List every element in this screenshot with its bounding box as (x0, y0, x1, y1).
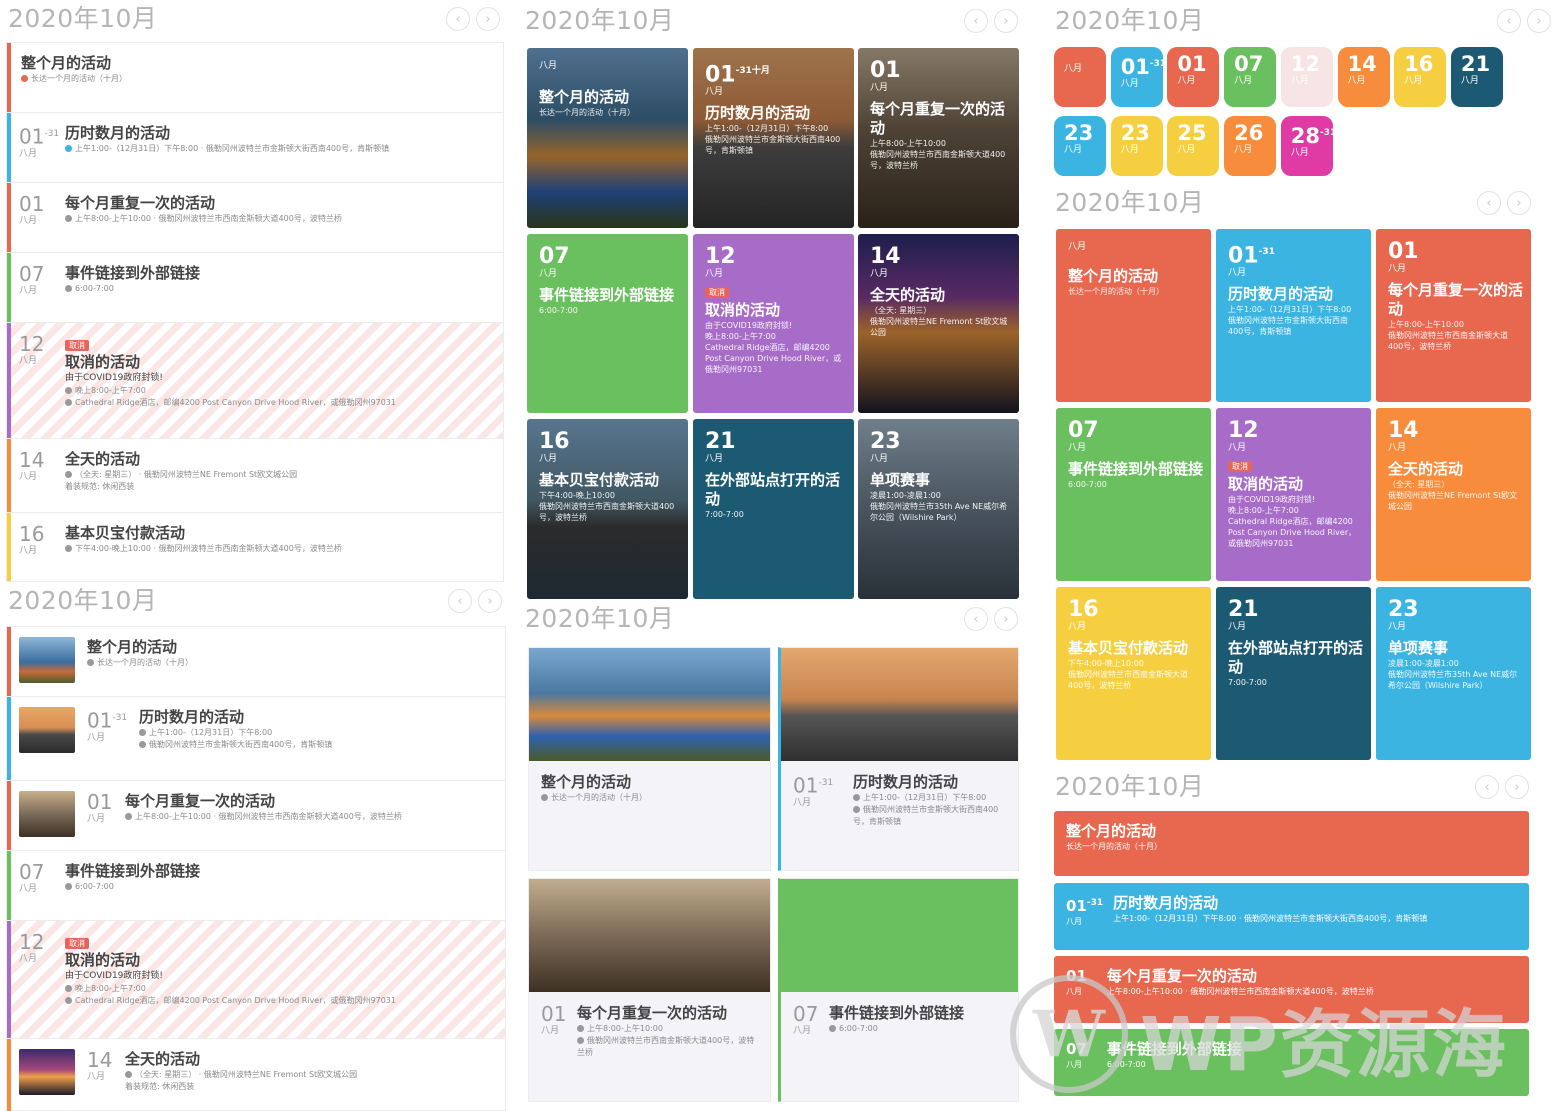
prev-month-button[interactable]: ‹ (1477, 191, 1501, 215)
list-item[interactable]: 01 八月 每个月重复一次的活动 上午8:00-上午10:00 · 俄勒冈州波特兰… (7, 183, 503, 253)
date-square[interactable]: 25 八月 (1167, 116, 1220, 176)
event-tile[interactable]: 14 八月 全天的活动 （全天: 星期三） 俄勒冈州波特兰NE Fremont St欧… (1376, 408, 1531, 581)
month-nav: ‹ › (964, 607, 1018, 631)
list-item[interactable]: 14 八月 全天的活动 （全天: 星期三） · 俄勒冈州波特兰NE Fremont… (7, 439, 503, 513)
month-title: 2020年10月 (525, 604, 675, 633)
prev-month-button[interactable]: ‹ (964, 9, 988, 33)
month-title: 2020年10月 (8, 4, 158, 33)
list-item[interactable]: 12 八月 取消 取消的活动 由于COVID19政府封锁! 晚上8:00-上午7:… (7, 323, 503, 439)
event-tile[interactable]: 21 八月 在外部站点打开的活动 7:00-7:00 (693, 419, 854, 599)
month-title: 2020年10月 (1055, 188, 1205, 217)
month-nav: ‹ › (446, 7, 500, 31)
event-tile[interactable]: 12 八月 取消 取消的活动 由于COVID19政府封锁! 晚上8:00-上午7:0… (693, 234, 854, 413)
prev-month-button[interactable]: ‹ (1497, 9, 1521, 33)
event-image (529, 648, 770, 761)
month-nav: ‹ › (1497, 9, 1551, 33)
prev-month-button[interactable]: ‹ (964, 607, 988, 631)
list-item[interactable]: 整个月的活动 长达一个月的活动（十月） (7, 43, 503, 113)
event-thumbnail (19, 637, 75, 683)
date-square[interactable]: 12 八月 (1280, 47, 1333, 107)
event-thumbnail (19, 791, 75, 837)
month-title: 2020年10月 (1055, 6, 1205, 35)
next-month-button[interactable]: › (994, 607, 1018, 631)
next-month-button[interactable]: › (478, 589, 502, 613)
month-title: 2020年10月 (525, 6, 675, 35)
date-square[interactable]: 28-31 八月 (1280, 116, 1336, 176)
list-item[interactable]: 12 八月 取消 取消的活动 由于COVID19政府封锁! 晚上8:00-上午7:… (7, 921, 505, 1039)
list-item[interactable]: 01 八月 每个月重复一次的活动 上午8:00-上午10:00 · 俄勒冈州波特兰… (7, 781, 505, 851)
month-title: 2020年10月 (8, 586, 158, 615)
next-month-button[interactable]: › (1505, 775, 1529, 799)
event-image (781, 879, 1018, 992)
list-item[interactable]: 01-31 八月 历时数月的活动 上午1:00-（12月31日）下午8:00 · … (7, 113, 503, 183)
event-tile[interactable]: 12 八月 取消 取消的活动 由于COVID19政府封锁! 晚上8:00-上午7:0… (1216, 408, 1371, 581)
event-tile[interactable]: 23 八月 单项赛事 凌晨1:00-凌晨1:00 俄勒冈州波特兰市35th Ave N… (858, 419, 1019, 599)
date-square[interactable]: 21 八月 (1450, 47, 1503, 107)
event-tile[interactable]: 21 八月 在外部站点打开的活动 7:00-7:00 (1216, 587, 1371, 760)
next-month-button[interactable]: › (994, 9, 1018, 33)
event-tile[interactable]: 07 八月 事件链接到外部链接 6:00-7:00 (1056, 408, 1211, 581)
cancel-badge: 取消 (65, 340, 89, 351)
list-item[interactable]: 07 八月 事件链接到外部链接 6:00-7:00 (7, 253, 503, 323)
event-image (781, 648, 1018, 761)
list-item[interactable]: 16 八月 基本贝宝付款活动 下午4:00-晚上10:00 · 俄勒冈州波特兰市西… (7, 513, 503, 581)
event-tile[interactable]: 八月 整个月的活动 长达一个月的活动（十月） (527, 48, 688, 228)
list-item[interactable]: 14 八月 全天的活动 （全天: 星期三） · 俄勒冈州波特兰NE Fremont… (7, 1039, 505, 1111)
event-card[interactable]: 整个月的活动 长达一个月的活动（十月） (528, 647, 771, 871)
month-nav: ‹ › (1477, 191, 1531, 215)
prev-month-button[interactable]: ‹ (1475, 775, 1499, 799)
event-tile[interactable]: 16 八月 基本贝宝付款活动 下午4:00-晚上10:00 俄勒冈州波特兰市西南金斯顿… (1056, 587, 1211, 760)
date-square[interactable]: 八月 (1054, 47, 1106, 107)
date-square[interactable]: 23 八月 (1054, 116, 1106, 176)
date-square[interactable]: 07 八月 (1224, 47, 1277, 107)
event-card[interactable]: 07 八月 事件链接到外部链接 6:00-7:00 (778, 878, 1019, 1102)
next-month-button[interactable]: › (1507, 191, 1531, 215)
event-list: 整个月的活动 长达一个月的活动（十月） 01-31 八月 历时数月的活动 上午1:… (6, 42, 504, 582)
event-tile[interactable]: 01-31十月 八月 历时数月的活动 上午1:00-（12月31日）下午8:00 俄勒… (693, 48, 854, 228)
wordpress-logo-icon: W (1010, 975, 1128, 1093)
event-strip[interactable]: 整个月的活动 长达一个月的活动（十月） (1054, 811, 1529, 876)
month-nav: ‹ › (448, 589, 502, 613)
event-strip[interactable]: 01-31 八月 历时数月的活动 上午1:00-（12月31日）下午8:00 · 俄… (1054, 883, 1529, 950)
event-thumbnail (19, 1049, 75, 1095)
month-title: 2020年10月 (1055, 772, 1205, 801)
event-tile[interactable]: 01 八月 每个月重复一次的活动 上午8:00-上午10:00 俄勒冈州波特兰市西南金… (1376, 229, 1531, 402)
event-tile[interactable]: 01-31 八月 历时数月的活动 上午1:00-（12月31日）下午8:00 俄勒冈州… (1216, 229, 1371, 402)
month-nav: ‹ › (964, 9, 1018, 33)
date-square[interactable]: 23 八月 (1110, 116, 1163, 176)
event-image (529, 879, 770, 992)
event-card[interactable]: 01 八月 每个月重复一次的活动 上午8:00-上午10:00 俄勒冈州波特兰市西南金… (528, 878, 771, 1102)
event-list-thumbs: 整个月的活动 长达一个月的活动（十月） 01-31 八月 历时数月的活动 上午1:… (6, 626, 506, 1111)
list-item[interactable]: 07 八月 事件链接到外部链接 6:00-7:00 (7, 851, 505, 921)
month-nav: ‹ › (1475, 775, 1529, 799)
date-square[interactable]: 16 八月 (1394, 47, 1447, 107)
event-tile[interactable]: 14 八月 全天的活动 （全天: 星期三） 俄勒冈州波特兰NE Fremont St欧… (858, 234, 1019, 413)
event-tile[interactable]: 八月 整个月的活动 长达一个月的活动（十月） (1056, 229, 1211, 402)
event-tile[interactable]: 01 八月 每个月重复一次的活动 上午8:00-上午10:00 俄勒冈州波特兰市西南金… (858, 48, 1019, 228)
event-tile[interactable]: 16 八月 基本贝宝付款活动 下午4:00-晚上10:00 俄勒冈州波特兰市西南金斯顿… (527, 419, 688, 599)
next-month-button[interactable]: › (1527, 9, 1551, 33)
next-month-button[interactable]: › (476, 7, 500, 31)
date-square[interactable]: 01-31十月八月 (1110, 47, 1184, 107)
date-square[interactable]: 01 八月 (1167, 47, 1220, 107)
event-card[interactable]: 01-31 八月 历时数月的活动 上午1:00-（12月31日）下午8:00 俄勒冈州… (778, 647, 1019, 871)
watermark-text: WP资源海 (1140, 1002, 1508, 1088)
date-square[interactable]: 14 八月 (1337, 47, 1390, 107)
event-thumbnail (19, 707, 75, 753)
prev-month-button[interactable]: ‹ (448, 589, 472, 613)
event-tile[interactable]: 07 八月 事件链接到外部链接 6:00-7:00 (527, 234, 688, 413)
list-item[interactable]: 整个月的活动 长达一个月的活动（十月） (7, 627, 505, 697)
prev-month-button[interactable]: ‹ (446, 7, 470, 31)
date-square[interactable]: 26 八月 (1224, 116, 1277, 176)
event-tile[interactable]: 23 八月 单项赛事 凌晨1:00-凌晨1:00 俄勒冈州波特兰市35th Ave N… (1376, 587, 1531, 760)
list-item[interactable]: 01-31 八月 历时数月的活动 上午1:00-（12月31日）下午8:00 俄勒… (7, 697, 505, 781)
